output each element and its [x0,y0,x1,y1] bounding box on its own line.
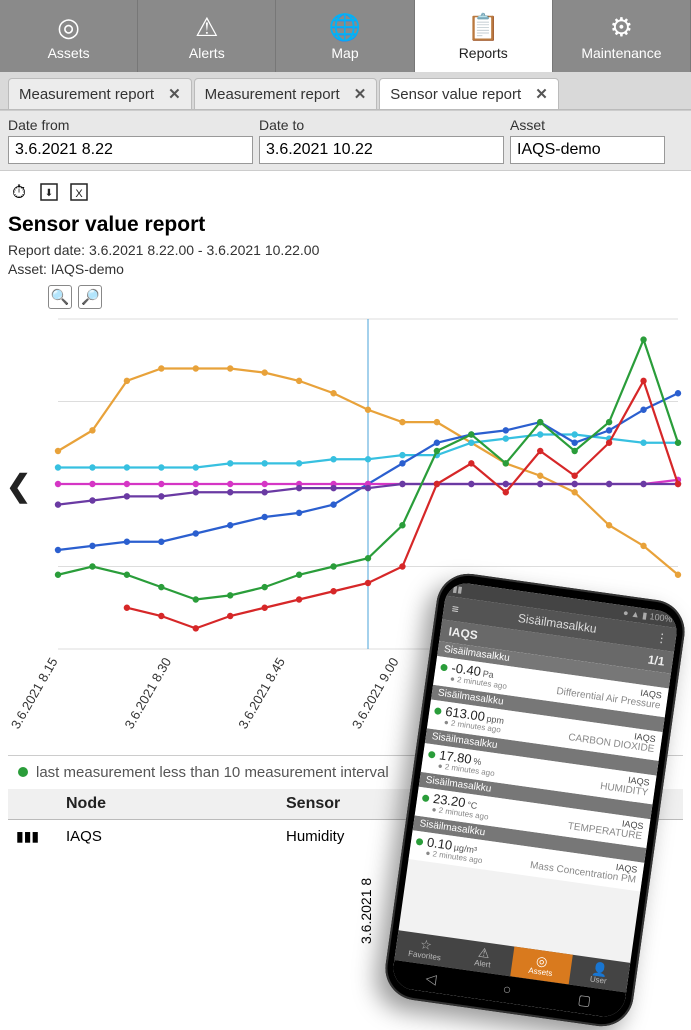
date-from-input[interactable] [8,136,253,164]
main-nav: ◎Assets ⚠Alerts 🌐Map 📋Reports ⚙Maintenan… [0,0,691,72]
svg-text:3.6.2021 9.00: 3.6.2021 9.00 [349,655,402,731]
gear-icon: ⚙ [610,12,633,43]
chevron-left-icon[interactable]: ❮ [6,469,31,504]
report-title: Sensor value report [8,213,683,237]
clipboard-icon: 📋 [467,12,499,43]
nav-assets[interactable]: ◎Assets [0,0,138,72]
globe-icon: 🌐 [329,12,361,43]
date-to-label: Date to [259,117,504,133]
report-asset: Asset: IAQS-demo [8,260,683,279]
tab-sensor-value-report[interactable]: Sensor value report✕ [379,78,558,109]
pdf-icon[interactable]: ⬇ [38,181,60,203]
filter-row: Date from Date to Asset [0,110,691,171]
nav-reports[interactable]: 📋Reports [415,0,553,72]
date-from-label: Date from [8,117,253,133]
report-date: Report date: 3.6.2021 8.22.00 - 3.6.2021… [8,241,683,260]
svg-text:⬇: ⬇ [45,188,53,199]
nav-alerts[interactable]: ⚠Alerts [138,0,276,72]
asset-input[interactable] [510,136,665,164]
tab-measurement-report-2[interactable]: Measurement report✕ [194,78,378,109]
stopwatch-icon[interactable]: ⏱ [8,181,30,203]
tool-icons: ⏱ ⬇ X [0,171,691,213]
svg-text:3.6.2021 8.30: 3.6.2021 8.30 [122,655,175,731]
tab-measurement-report-1[interactable]: Measurement report✕ [8,78,192,109]
nav-maintenance[interactable]: ⚙Maintenance [553,0,691,72]
zoom-out-icon[interactable]: 🔎 [78,285,102,309]
svg-text:3.6.2021 8.45: 3.6.2021 8.45 [235,655,288,731]
sub-tab-bar: Measurement report✕ Measurement report✕ … [0,72,691,110]
svg-text:3.6.2021 8.15: 3.6.2021 8.15 [8,655,61,731]
target-icon: ◎ [57,12,80,43]
excel-icon[interactable]: X [68,181,90,203]
col-node: Node [58,789,278,820]
legend-dot-green [18,767,28,777]
asset-label: Asset [510,117,665,133]
zoom-in-icon[interactable]: 🔍 [48,285,72,309]
date-to-input[interactable] [259,136,504,164]
svg-text:X: X [75,188,83,200]
close-icon[interactable]: ✕ [531,85,548,103]
close-icon[interactable]: ✕ [164,85,181,103]
bar-chart-icon: ▮▮▮ [16,830,39,846]
alert-icon: ⚠ [195,12,218,43]
close-icon[interactable]: ✕ [350,85,367,103]
nav-map[interactable]: 🌐Map [276,0,414,72]
